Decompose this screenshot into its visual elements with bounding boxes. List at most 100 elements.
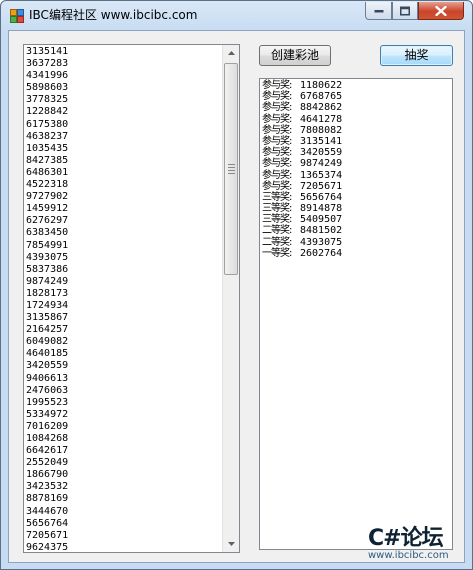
prize-label: 三等奖: xyxy=(262,214,292,226)
list-item[interactable]: 3135867 xyxy=(26,312,216,324)
result-line: 一等奖: 2602764 xyxy=(262,248,342,259)
prize-number: 8914878 xyxy=(300,203,343,215)
result-line: 参与奖: 1180622 xyxy=(262,80,342,91)
list-item[interactable]: 3444670 xyxy=(26,506,216,518)
list-item[interactable]: 1228842 xyxy=(26,106,216,118)
watermark-logo: C#论坛 www.ibcibc.com xyxy=(368,520,468,568)
list-item[interactable]: 9727902 xyxy=(26,191,216,203)
list-item[interactable]: 1035435 xyxy=(26,143,216,155)
prize-number: 3135141 xyxy=(300,135,343,147)
scroll-grip-icon xyxy=(228,164,235,176)
prize-label: 参与奖: xyxy=(262,91,292,103)
result-textbox[interactable]: 参与奖: 1180622 参与奖: 6768765 参与奖: 8842862 参与奖: 464… xyxy=(259,78,453,550)
prize-label: 三等奖: xyxy=(262,203,292,215)
result-list: 参与奖: 1180622 参与奖: 6768765 参与奖: 8842862 参与奖: 464… xyxy=(262,80,342,259)
list-item[interactable]: 4522318 xyxy=(26,179,216,191)
list-item[interactable]: 3420559 xyxy=(26,360,216,372)
result-line: 参与奖: 4641278 xyxy=(262,114,342,125)
prize-label: 参与奖: xyxy=(262,102,292,114)
list-item[interactable]: 7016209 xyxy=(26,421,216,433)
list-item[interactable]: 9624375 xyxy=(26,542,216,552)
prize-label: 参与奖: xyxy=(262,180,292,192)
list-item[interactable]: 5898603 xyxy=(26,82,216,94)
minimize-button[interactable] xyxy=(365,2,392,20)
list-item[interactable]: 6049082 xyxy=(26,336,216,348)
scroll-down-button[interactable] xyxy=(223,536,239,552)
prize-number: 3420559 xyxy=(300,147,343,159)
list-item[interactable]: 1084268 xyxy=(26,433,216,445)
list-item[interactable]: 4640185 xyxy=(26,348,216,360)
list-item[interactable]: 8427385 xyxy=(26,155,216,167)
list-item[interactable]: 5656764 xyxy=(26,518,216,530)
prize-label: 二等奖: xyxy=(262,236,292,248)
prize-number: 2602764 xyxy=(300,247,343,259)
draw-lottery-button[interactable]: 抽奖 xyxy=(380,45,453,66)
watermark-url: www.ibcibc.com xyxy=(368,550,449,561)
scroll-up-button[interactable] xyxy=(223,45,239,61)
app-icon xyxy=(10,8,24,23)
list-item[interactable]: 1459912 xyxy=(26,203,216,215)
result-line: 参与奖: 8842862 xyxy=(262,102,342,113)
prize-number: 4641278 xyxy=(300,113,343,125)
list-item[interactable]: 1995523 xyxy=(26,397,216,409)
list-item[interactable]: 4393075 xyxy=(26,252,216,264)
list-item[interactable]: 7205671 xyxy=(26,530,216,542)
list-item[interactable]: 2164257 xyxy=(26,324,216,336)
window-title: IBC编程社区 www.ibcibc.com xyxy=(29,8,198,22)
prize-label: 一等奖: xyxy=(262,247,292,259)
prize-number: 5656764 xyxy=(300,191,343,203)
list-item[interactable]: 4638237 xyxy=(26,131,216,143)
prize-number: 1365374 xyxy=(300,169,343,181)
list-item[interactable]: 6276297 xyxy=(26,215,216,227)
list-item[interactable]: 3637283 xyxy=(26,58,216,70)
result-line: 二等奖: 4393075 xyxy=(262,237,342,248)
watermark-title: C#论坛 xyxy=(368,526,444,551)
prize-label: 参与奖: xyxy=(262,80,292,91)
list-item[interactable]: 6486301 xyxy=(26,167,216,179)
prize-label: 参与奖: xyxy=(262,158,292,170)
prize-number: 8842862 xyxy=(300,102,343,114)
list-item[interactable]: 1866790 xyxy=(26,469,216,481)
vertical-scrollbar[interactable] xyxy=(222,45,239,552)
list-item[interactable]: 3778325 xyxy=(26,94,216,106)
list-item[interactable]: 3423532 xyxy=(26,481,216,493)
number-listbox[interactable]: 3135141 3637283 4341996 5898603 3778325 12288… xyxy=(23,44,240,553)
scroll-thumb[interactable] xyxy=(224,63,238,275)
list-item[interactable]: 3135141 xyxy=(26,46,216,58)
result-line: 参与奖: 3420559 xyxy=(262,147,342,158)
result-line: 三等奖: 5656764 xyxy=(262,192,342,203)
list-item[interactable]: 4341996 xyxy=(26,70,216,82)
list-item[interactable]: 1724934 xyxy=(26,300,216,312)
prize-label: 三等奖: xyxy=(262,191,292,203)
list-item[interactable]: 2476063 xyxy=(26,385,216,397)
list-item[interactable]: 1828173 xyxy=(26,288,216,300)
prize-number: 1180622 xyxy=(300,80,343,91)
prize-number: 5409507 xyxy=(300,214,343,226)
main-window: IBC编程社区 www.ibcibc.com 3135141 3637283 434… xyxy=(0,0,473,570)
list-item[interactable]: 7854991 xyxy=(26,240,216,252)
prize-number: 9874249 xyxy=(300,158,343,170)
list-item[interactable]: 5334972 xyxy=(26,409,216,421)
result-line: 参与奖: 6768765 xyxy=(262,91,342,102)
scroll-down-arrow-icon xyxy=(227,542,235,546)
client-area: 3135141 3637283 4341996 5898603 3778325 12288… xyxy=(8,30,465,563)
list-item[interactable]: 6383450 xyxy=(26,227,216,239)
create-pool-button[interactable]: 创建彩池 xyxy=(259,45,331,66)
prize-number: 7808082 xyxy=(300,124,343,136)
list-item[interactable]: 2552049 xyxy=(26,457,216,469)
list-item[interactable]: 5837386 xyxy=(26,264,216,276)
close-button[interactable] xyxy=(418,2,464,20)
list-item[interactable]: 8878169 xyxy=(26,493,216,505)
prize-label: 参与奖: xyxy=(262,124,292,136)
list-item[interactable]: 6175380 xyxy=(26,119,216,131)
list-item[interactable]: 9874249 xyxy=(26,276,216,288)
minimize-icon xyxy=(374,9,383,12)
title-bar[interactable]: IBC编程社区 www.ibcibc.com xyxy=(1,1,472,29)
prize-label: 参与奖: xyxy=(262,147,292,159)
list-item[interactable]: 6642617 xyxy=(26,445,216,457)
result-line: 参与奖: 9874249 xyxy=(262,158,342,169)
prize-label: 参与奖: xyxy=(262,113,292,125)
prize-number: 4393075 xyxy=(300,236,343,248)
list-item[interactable]: 9406613 xyxy=(26,373,216,385)
maximize-button[interactable] xyxy=(392,2,418,20)
